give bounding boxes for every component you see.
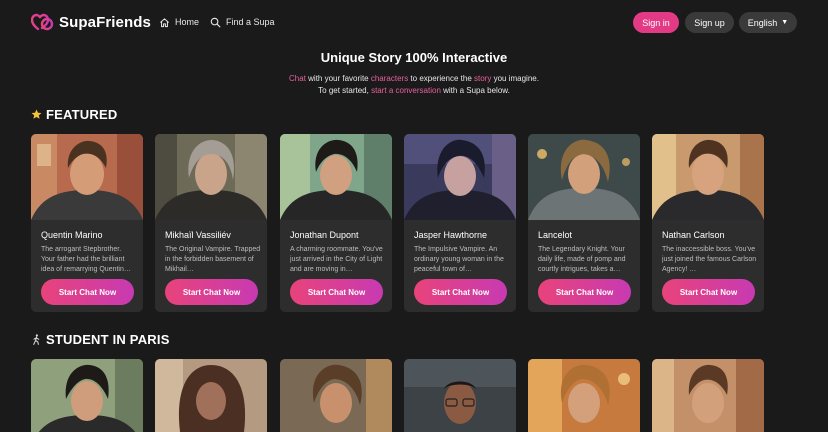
- language-select[interactable]: English ▼: [739, 12, 797, 33]
- hero-text: you imagine.: [491, 74, 539, 83]
- student-in-paris-heading: STUDENT IN PARIS: [31, 331, 170, 347]
- character-portrait: [652, 359, 764, 432]
- hero-text: to experience the: [408, 74, 475, 83]
- character-name: Jasper Hawthorne: [414, 230, 488, 240]
- start-conversation-link[interactable]: start a conversation: [371, 86, 441, 95]
- sign-up-button[interactable]: Sign up: [685, 12, 734, 33]
- character-card[interactable]: [155, 359, 267, 432]
- character-description: The Original Vampire. Trapped in the for…: [165, 246, 261, 273]
- hero-subtitle: Chat with your favorite characters to ex…: [0, 73, 828, 97]
- hero-line-2: To get started, start a conversation wit…: [0, 85, 828, 97]
- nav-home-label: Home: [175, 17, 200, 27]
- character-description: A charming roommate. You've just arrived…: [290, 246, 383, 273]
- start-chat-button[interactable]: Start Chat Now: [290, 279, 383, 305]
- home-icon: [160, 17, 169, 27]
- hero-text: To get started,: [318, 86, 372, 95]
- character-portrait: [155, 359, 267, 432]
- character-name: Mikhaïl Vassiliév: [165, 230, 231, 240]
- character-portrait: [404, 134, 516, 220]
- character-portrait: [31, 359, 143, 432]
- hero-text: with a Supa below.: [440, 86, 510, 95]
- chat-link[interactable]: Chat: [289, 74, 306, 83]
- hero-text: with your favorite: [305, 74, 371, 83]
- linked-hearts-logo-icon: [31, 13, 54, 31]
- character-portrait: [31, 134, 143, 220]
- character-portrait: [280, 134, 392, 220]
- character-portrait: [528, 359, 640, 432]
- character-card[interactable]: Lancelot The Legendary Knight. Your dail…: [528, 134, 640, 312]
- character-card[interactable]: [31, 359, 143, 432]
- start-chat-button[interactable]: Start Chat Now: [165, 279, 258, 305]
- character-portrait: [652, 134, 764, 220]
- hero-line-1: Chat with your favorite characters to ex…: [0, 73, 828, 85]
- character-description: The inaccessible boss. You've just joine…: [662, 246, 757, 273]
- featured-title: FEATURED: [46, 106, 118, 122]
- walking-person-icon: [33, 333, 40, 345]
- character-portrait: [155, 134, 267, 220]
- character-card[interactable]: [528, 359, 640, 432]
- start-chat-button[interactable]: Start Chat Now: [538, 279, 631, 305]
- language-selected: English: [747, 17, 778, 28]
- character-description: The Impulsive Vampire. An ordinary young…: [414, 246, 504, 273]
- start-chat-button[interactable]: Start Chat Now: [414, 279, 507, 305]
- brand-name: SupaFriends: [59, 13, 151, 31]
- start-chat-button[interactable]: Start Chat Now: [662, 279, 755, 305]
- featured-heading: FEATURED: [31, 106, 117, 122]
- hero-title: Unique Story 100% Interactive: [320, 50, 508, 65]
- character-description: The Legendary Knight. Your daily life, m…: [538, 246, 626, 273]
- character-description: The arrogant Stepbrother. Your father ha…: [41, 246, 131, 273]
- character-card[interactable]: Jasper Hawthorne The Impulsive Vampire. …: [404, 134, 516, 312]
- character-portrait: [280, 359, 392, 432]
- star-icon: [31, 109, 42, 119]
- character-name: Quentin Marino: [41, 230, 103, 240]
- character-card[interactable]: [404, 359, 516, 432]
- nav-find-label: Find a Supa: [226, 17, 275, 27]
- character-name: Nathan Carlson: [662, 230, 725, 240]
- character-name: Jonathan Dupont: [290, 230, 359, 240]
- character-card[interactable]: Nathan Carlson The inaccessible boss. Yo…: [652, 134, 764, 312]
- character-card[interactable]: [280, 359, 392, 432]
- character-portrait: [528, 134, 640, 220]
- nav-find-a-supa[interactable]: Find a Supa: [210, 15, 275, 29]
- sign-in-button[interactable]: Sign in: [633, 12, 679, 33]
- story-link[interactable]: story: [474, 74, 491, 83]
- student-in-paris-title: STUDENT IN PARIS: [46, 331, 170, 347]
- start-chat-button[interactable]: Start Chat Now: [41, 279, 134, 305]
- top-nav: SupaFriends Home Find a Supa Sign in Sig…: [0, 0, 828, 44]
- nav-home[interactable]: Home: [159, 15, 199, 29]
- character-card[interactable]: Quentin Marino The arrogant Stepbrother.…: [31, 134, 143, 312]
- character-card[interactable]: [652, 359, 764, 432]
- character-portrait: [404, 359, 516, 432]
- characters-link[interactable]: characters: [371, 74, 408, 83]
- caret-down-icon: ▼: [781, 19, 789, 26]
- search-icon: [210, 17, 221, 27]
- character-card[interactable]: Jonathan Dupont A charming roommate. You…: [280, 134, 392, 312]
- brand-logo[interactable]: SupaFriends: [31, 12, 151, 32]
- character-card[interactable]: Mikhaïl Vassiliév The Original Vampire. …: [155, 134, 267, 312]
- character-name: Lancelot: [538, 230, 573, 240]
